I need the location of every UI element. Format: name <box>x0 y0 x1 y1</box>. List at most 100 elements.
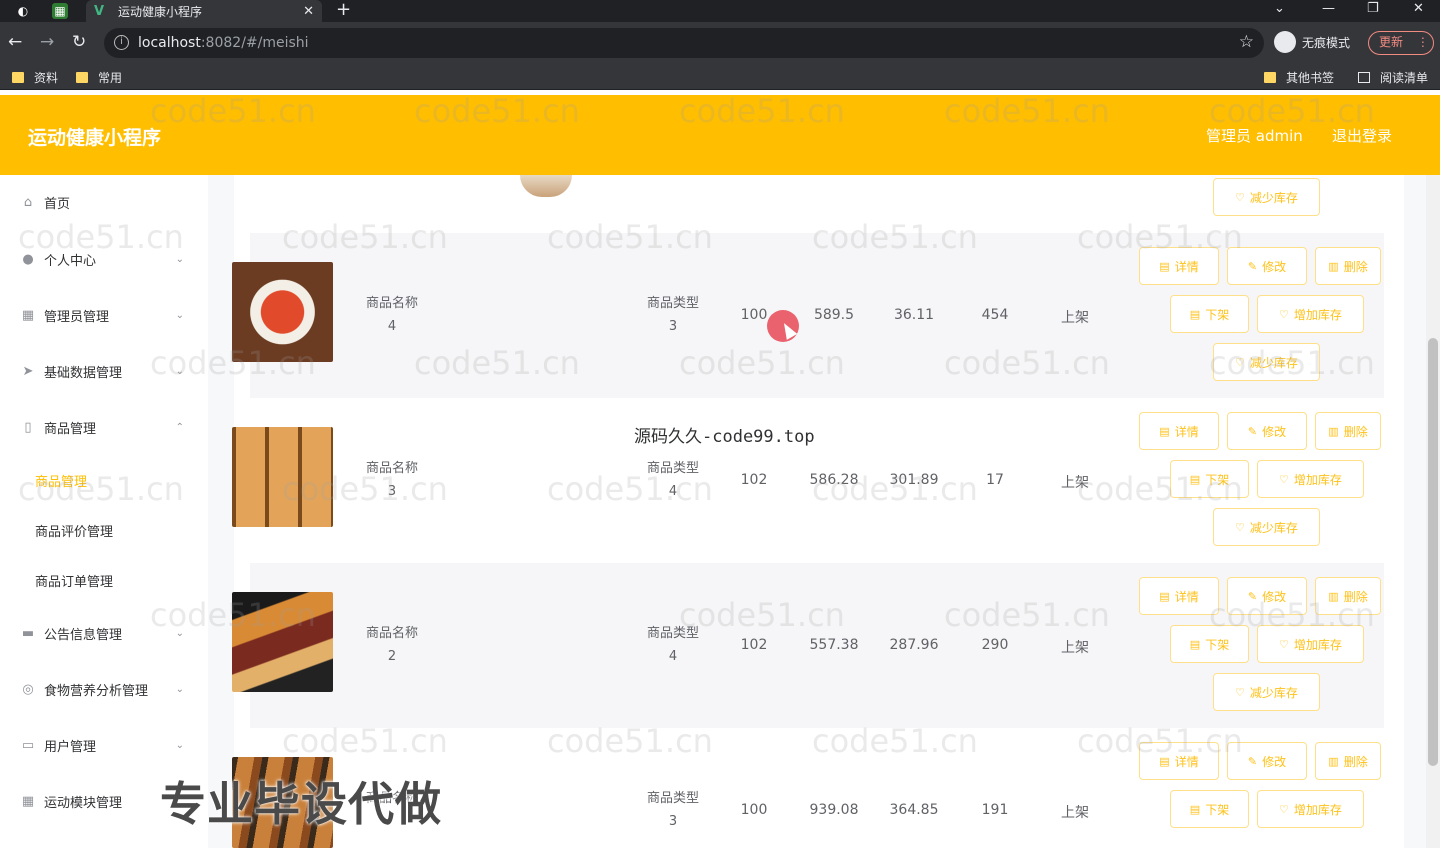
bookmark-star-icon[interactable]: ☆ <box>1239 32 1254 52</box>
reduce-stock-button[interactable]: ♡ 减少库存 <box>1213 343 1320 381</box>
offshelf-button[interactable]: ▤ 下架 <box>1170 460 1249 498</box>
goods-price: 557.38 <box>809 637 859 653</box>
forward-icon[interactable]: → <box>40 32 54 52</box>
goods-image[interactable] <box>232 427 333 527</box>
apps-icon: ▦ <box>21 793 35 809</box>
add-stock-button[interactable]: ♡ 增加库存 <box>1257 295 1364 333</box>
doc-icon: ▤ <box>1159 259 1170 273</box>
goods-status: 上架 <box>1061 310 1089 326</box>
bulb-icon: ♡ <box>1279 802 1289 816</box>
active-tab[interactable]: V 运动健康小程序 ✕ <box>86 0 322 22</box>
compass-icon: ◎ <box>22 681 34 697</box>
sidebar-item-home[interactable]: ⌂ 首页 <box>0 185 208 219</box>
delete-button[interactable]: ▥ 删除 <box>1315 412 1381 450</box>
detail-button[interactable]: ▤ 详情 <box>1139 412 1219 450</box>
goods-status: 上架 <box>1061 640 1089 656</box>
back-icon[interactable]: ← <box>8 32 22 52</box>
logout-link[interactable]: 退出登录 <box>1332 125 1392 146</box>
browser-nav-bar: ← → ↻ i localhost:8082/#/meishi ☆ 无痕模式 更… <box>0 22 1440 64</box>
sidebar-item-notice[interactable]: ▬ 公告信息管理 ⌄ <box>0 616 208 650</box>
add-stock-button[interactable]: ♡ 增加库存 <box>1257 790 1364 828</box>
restore-icon[interactable]: ❐ <box>1367 0 1379 18</box>
goods-image[interactable] <box>232 262 333 362</box>
close-tab-icon[interactable]: ✕ <box>303 4 314 19</box>
tab-search-icon[interactable]: ⌄ <box>1274 0 1285 18</box>
vue-icon: V <box>94 4 105 19</box>
sidebar-item-admin[interactable]: ▦ 管理员管理 ⌄ <box>0 298 208 332</box>
folder-icon <box>12 72 24 83</box>
trash-icon: ▥ <box>1328 754 1339 768</box>
goods-value: 102 <box>740 472 768 488</box>
incognito-label: 无痕模式 <box>1302 35 1351 50</box>
goods-name: 商品名称 4 <box>365 296 418 334</box>
site-info-icon[interactable]: i <box>114 35 129 50</box>
chevron-down-icon: ⌄ <box>175 309 184 321</box>
reload-icon[interactable]: ↻ <box>72 32 86 52</box>
trash-icon: ▥ <box>1328 589 1339 603</box>
reading-list[interactable]: 阅读清单 <box>1358 69 1428 86</box>
bookmark-folder[interactable]: 资料 <box>12 69 58 86</box>
bookmark-folder[interactable]: 常用 <box>76 69 122 86</box>
sidebar-item-nutrition[interactable]: ◎ 食物营养分析管理 ⌄ <box>0 672 208 706</box>
doc-icon: ▤ <box>1189 637 1201 651</box>
close-window-icon[interactable]: ✕ <box>1413 0 1424 18</box>
briefcase-icon: ▬ <box>21 625 35 641</box>
edit-button[interactable]: ✎ 修改 <box>1227 577 1307 615</box>
detail-button[interactable]: ▤ 详情 <box>1139 247 1219 285</box>
goods-image[interactable] <box>232 592 333 692</box>
edit-button[interactable]: ✎ 修改 <box>1227 247 1307 285</box>
ad-overlay-text: 专业毕设代做 <box>160 777 442 831</box>
goods-value: 301.89 <box>889 472 939 488</box>
other-bookmarks[interactable]: 其他书签 <box>1264 69 1334 86</box>
minimize-icon[interactable]: — <box>1322 0 1335 18</box>
goods-name: 商品名称 2 <box>365 626 418 664</box>
new-tab-icon[interactable]: + <box>336 0 351 20</box>
sidebar-item-profile[interactable]: ● 个人中心 ⌄ <box>0 242 208 276</box>
app-title: 运动健康小程序 <box>28 127 162 149</box>
goods-stock: 17 <box>986 472 1004 488</box>
pencil-icon: ✎ <box>1247 589 1258 603</box>
submenu-goods-review[interactable]: 商品评价管理 <box>35 521 113 540</box>
goods-price: 586.28 <box>809 472 859 488</box>
chevron-down-icon: ⌄ <box>175 683 184 695</box>
goods-type: 商品类型 3 <box>646 791 699 829</box>
pinned-tab-icon[interactable]: ▦ <box>52 3 68 19</box>
delete-button[interactable]: ▥ 删除 <box>1315 247 1381 285</box>
delete-button[interactable]: ▥ 删除 <box>1315 577 1381 615</box>
doc-icon: ▤ <box>1159 424 1170 438</box>
url-text[interactable]: localhost:8082/#/meishi <box>138 35 309 51</box>
update-button[interactable]: 更新 ⋮ <box>1368 31 1434 55</box>
goods-type: 商品类型 4 <box>646 461 699 499</box>
reduce-stock-button[interactable]: ♡ 减少库存 <box>1213 508 1320 546</box>
grid-icon: ▦ <box>21 307 35 323</box>
goods-status: 上架 <box>1061 475 1089 491</box>
submenu-goods-manage[interactable]: 商品管理 <box>35 471 87 490</box>
submenu-goods-order[interactable]: 商品订单管理 <box>35 571 113 590</box>
offshelf-button[interactable]: ▤ 下架 <box>1170 625 1249 663</box>
scrollbar-thumb[interactable] <box>1428 338 1438 766</box>
sidebar-item-users[interactable]: ▭ 用户管理 ⌄ <box>0 728 208 762</box>
sidebar-item-basic-data[interactable]: ➤ 基础数据管理 ⌄ <box>0 354 208 388</box>
add-stock-button[interactable]: ♡ 增加库存 <box>1257 625 1364 663</box>
edit-button[interactable]: ✎ 修改 <box>1227 742 1307 780</box>
detail-button[interactable]: ▤ 详情 <box>1139 577 1219 615</box>
folder-icon <box>1264 72 1276 83</box>
delete-button[interactable]: ▥ 删除 <box>1315 742 1381 780</box>
sidebar-item-goods[interactable]: ▯ 商品管理 ⌃ <box>0 410 208 444</box>
edit-button[interactable]: ✎ 修改 <box>1227 412 1307 450</box>
reduce-stock-button[interactable]: ♡ 减少库存 <box>1213 673 1320 711</box>
chevron-down-icon: ⌄ <box>175 627 184 639</box>
reading-list-icon <box>1358 72 1370 83</box>
doc-icon: ▤ <box>1189 472 1201 486</box>
reduce-stock-button[interactable]: ♡ 减少库存 <box>1213 178 1320 216</box>
add-stock-button[interactable]: ♡ 增加库存 <box>1257 460 1364 498</box>
offshelf-button[interactable]: ▤ 下架 <box>1170 295 1249 333</box>
offshelf-button[interactable]: ▤ 下架 <box>1170 790 1249 828</box>
browser-menu-icon[interactable]: ◐ <box>14 2 32 20</box>
address-bar[interactable]: i localhost:8082/#/meishi ☆ <box>104 28 1264 58</box>
goods-value: 36.11 <box>893 307 935 323</box>
goods-stock: 454 <box>981 307 1009 323</box>
doc-icon: ▤ <box>1189 802 1201 816</box>
detail-button[interactable]: ▤ 详情 <box>1139 742 1219 780</box>
incognito-indicator[interactable]: 无痕模式 <box>1274 31 1350 53</box>
